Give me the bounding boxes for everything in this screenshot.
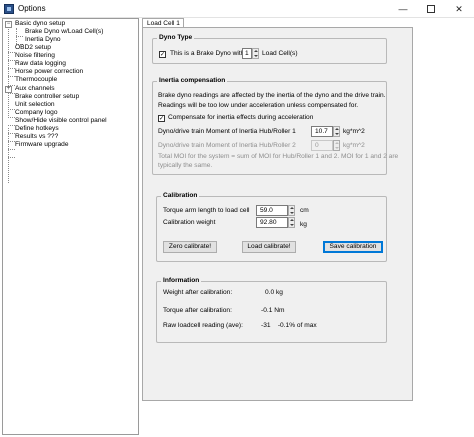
compensate-inertia-checkbox[interactable] — [158, 115, 165, 122]
moi-roller-2-input[interactable]: 0 — [311, 140, 333, 151]
calibration-weight-spinner[interactable] — [288, 217, 295, 228]
dialog-footer — [142, 402, 413, 435]
inertia-compensation-legend: Inertia compensation — [157, 77, 228, 85]
brake-dyno-prefix-label: This is a Brake Dyno with — [170, 50, 245, 57]
tree-connector — [8, 60, 15, 61]
raw-loadcell-reading-value: -31 -0.1% of max — [261, 322, 317, 329]
tree-connector — [16, 36, 23, 37]
compensate-inertia-label: Compensate for inertia effects during ac… — [168, 114, 314, 121]
information-group: Information Weight after calibration: 0.… — [156, 277, 387, 343]
window-title: Options — [18, 4, 46, 13]
tree-connector — [8, 141, 15, 142]
moi-roller-2-label: Dyno/drive train Moment of Inertia Hub/R… — [158, 142, 296, 149]
torque-after-calibration-label: Torque after calibration: — [163, 307, 232, 314]
weight-after-calibration-label: Weight after calibration: — [163, 289, 233, 296]
tree-connector — [8, 128, 9, 183]
close-button[interactable]: ✕ — [445, 0, 473, 18]
tree-item-show-hide-control-panel[interactable]: Show/Hide visible control panel — [15, 117, 107, 125]
maximize-icon — [427, 5, 435, 13]
moi-roller-2-unit: kg*m^2 — [343, 142, 365, 149]
calibration-weight-label: Calibration weight — [163, 219, 216, 226]
tree-connector — [8, 133, 15, 134]
tree-item-company-logo[interactable]: Company logo — [15, 109, 58, 117]
tree-item-obd2-setup[interactable]: OBD2 setup — [15, 44, 51, 52]
tree-connector — [8, 68, 15, 69]
options-tree[interactable]: − Basic dyno setup Brake Dyno w/Load Cel… — [2, 18, 139, 435]
weight-after-calibration-value: 0.0 kg — [265, 289, 283, 296]
tree-connector — [8, 24, 9, 116]
minimize-button[interactable]: — — [389, 0, 417, 18]
expand-icon[interactable]: + — [5, 86, 12, 93]
load-cell-panel: Dyno Type This is a Brake Dyno with 1 Lo… — [142, 27, 413, 401]
tree-item-basic-dyno-setup[interactable]: Basic dyno setup — [15, 20, 65, 28]
moi-roller-1-unit: kg*m^2 — [343, 128, 365, 135]
tree-connector — [8, 117, 15, 118]
tree-connector — [8, 149, 15, 150]
tree-connector — [8, 157, 15, 158]
calibration-legend: Calibration — [161, 192, 200, 200]
tree-item-inertia-dyno[interactable]: Inertia Dyno — [25, 36, 61, 44]
tree-item-horse-power-correction[interactable]: Horse power correction — [15, 68, 83, 76]
tree-item-results-vs[interactable]: Results vs ??? — [15, 133, 58, 141]
close-icon: ✕ — [455, 3, 463, 14]
tree-item-unit-selection[interactable]: Unit selection — [15, 101, 55, 109]
brake-dyno-checkbox[interactable] — [159, 51, 166, 58]
torque-after-calibration-value: -0.1 Nm — [261, 307, 285, 314]
tree-item-define-hotkeys[interactable]: Define hotkeys — [15, 125, 59, 133]
total-moi-note-2: typically the same. — [158, 162, 213, 169]
load-calibrate-button[interactable]: Load calibrate! — [242, 241, 296, 253]
information-legend: Information — [161, 277, 202, 285]
tree-item-brake-controller-setup[interactable]: Brake controller setup — [15, 93, 79, 101]
minimize-icon: — — [398, 4, 408, 14]
maximize-button[interactable] — [417, 0, 445, 18]
inertia-compensation-group: Inertia compensation Brake dyno readings… — [152, 77, 398, 175]
tree-connector — [8, 109, 15, 110]
zero-calibrate-button[interactable]: Zero calibrate! — [163, 241, 217, 253]
total-moi-note-1: Total MOI for the system = sum of MOI fo… — [158, 153, 399, 160]
inertia-description-2: Readings will be too low under accelerat… — [158, 102, 359, 109]
collapse-icon[interactable]: − — [5, 21, 12, 28]
tree-item-aux-channels[interactable]: Aux channels — [15, 85, 55, 93]
dyno-type-group: Dyno Type This is a Brake Dyno with 1 Lo… — [152, 34, 387, 64]
load-cell-count-input[interactable]: 1 — [242, 48, 252, 59]
calibration-group: Calibration Torque arm length to load ce… — [156, 192, 387, 262]
tree-item-thermocouple[interactable]: Thermocouple — [15, 76, 57, 84]
tree-item-firmware-upgrade[interactable]: Firmware upgrade — [15, 141, 69, 149]
moi-roller-1-label: Dyno/drive train Moment of Inertia Hub/R… — [158, 128, 296, 135]
torque-arm-input[interactable]: 59.0 — [256, 205, 288, 216]
calibration-weight-input[interactable]: 92.80 — [256, 217, 288, 228]
torque-arm-unit: cm — [300, 207, 309, 214]
app-icon — [4, 4, 14, 14]
torque-arm-label: Torque arm length to load cell — [163, 207, 250, 214]
tree-connector — [8, 125, 15, 126]
tree-item-raw-data-logging[interactable]: Raw data logging — [15, 60, 66, 68]
save-calibration-button[interactable]: Save calibration — [323, 241, 383, 253]
raw-loadcell-reading-label: Raw loadcell reading (ave): — [163, 322, 243, 329]
load-cell-suffix-label: Load Cell(s) — [262, 50, 298, 57]
moi-roller-1-spinner[interactable] — [333, 126, 340, 137]
torque-arm-spinner[interactable] — [288, 205, 295, 216]
moi-roller-2-spinner[interactable] — [333, 140, 340, 151]
tree-item-noise-filtering[interactable]: Noise filtering — [15, 52, 55, 60]
inertia-description-1: Brake dyno readings are affected by the … — [158, 92, 386, 99]
moi-roller-1-input[interactable]: 10.7 — [311, 126, 333, 137]
tree-connector — [8, 93, 15, 94]
tree-connector — [8, 52, 15, 53]
title-bar: Options — ✕ — [0, 0, 474, 18]
tree-item-brake-dyno[interactable]: Brake Dyno w/Load Cell(s) — [25, 28, 103, 36]
calibration-weight-unit: kg — [300, 221, 307, 228]
tree-connector — [8, 76, 15, 77]
dyno-type-legend: Dyno Type — [157, 34, 195, 42]
load-cell-count-spinner[interactable] — [252, 48, 259, 59]
